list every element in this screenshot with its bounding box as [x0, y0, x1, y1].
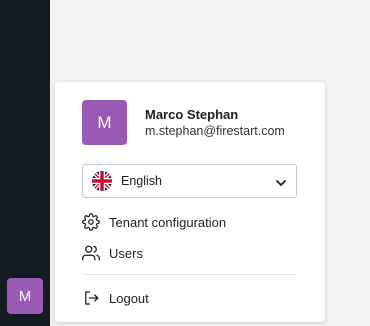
user-email: m.stephan@firestart.com [145, 123, 285, 138]
user-profile: M Marco Stephan m.stephan@firestart.com [82, 100, 285, 145]
logout-icon [82, 289, 100, 307]
sidebar-user-initial: M [18, 287, 32, 305]
users-icon [82, 244, 100, 262]
menu-item-label: Tenant configuration [109, 214, 227, 230]
app-screen: M M Marco Stephan m.stephan@firestart.co… [0, 0, 370, 326]
avatar-initial: M [97, 112, 112, 132]
logout-label: Logout [109, 290, 149, 306]
menu-item-tenant-configuration[interactable]: Tenant configuration [82, 213, 226, 231]
menu-divider [82, 274, 297, 275]
sidebar-user-avatar[interactable]: M [7, 278, 43, 314]
user-menu-popup: M Marco Stephan m.stephan@firestart.com … [55, 82, 325, 322]
left-sidebar: M [0, 0, 50, 326]
menu-item-users[interactable]: Users [82, 244, 143, 262]
avatar: M [82, 100, 127, 145]
menu-item-label: Users [109, 245, 143, 261]
gear-icon [82, 213, 100, 231]
language-select[interactable]: English [82, 164, 297, 198]
language-label: English [121, 174, 162, 188]
profile-text: Marco Stephan m.stephan@firestart.com [145, 107, 285, 139]
logout-button[interactable]: Logout [82, 289, 149, 307]
user-name: Marco Stephan [145, 106, 239, 122]
uk-flag-icon [92, 171, 112, 191]
chevron-down-icon [275, 176, 287, 188]
